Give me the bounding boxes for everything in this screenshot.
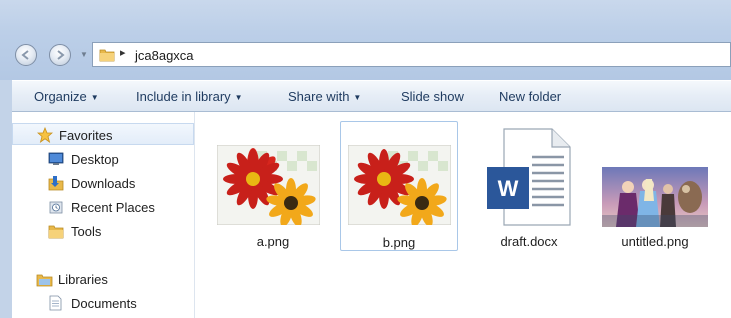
recent-places-icon bbox=[49, 201, 63, 214]
window-title-area: ▼ ▸ jca8agxca bbox=[0, 0, 731, 80]
dropdown-caret-icon: ▼ bbox=[90, 93, 99, 102]
nav-item-label: Tools bbox=[71, 224, 102, 239]
new-folder-button[interactable]: New folder bbox=[499, 89, 561, 104]
desktop-icon bbox=[48, 152, 64, 165]
file-list: a.png b.png W draft.docx untitled.png bbox=[195, 112, 731, 318]
file-item-untitled-png[interactable]: untitled.png bbox=[596, 121, 714, 251]
organize-label: Organize bbox=[34, 89, 87, 104]
nav-favorites[interactable]: Favorites bbox=[12, 123, 194, 145]
nav-item-label: Recent Places bbox=[71, 200, 155, 215]
file-name: a.png bbox=[256, 234, 290, 249]
navigation-pane: Favorites Desktop Downloads Recent Place… bbox=[12, 112, 195, 318]
nav-libraries-label: Libraries bbox=[58, 272, 108, 287]
star-icon bbox=[37, 127, 53, 143]
nav-item-label: Desktop bbox=[71, 152, 119, 167]
nav-item-desktop[interactable]: Desktop bbox=[12, 148, 194, 170]
nav-item-label: Documents bbox=[71, 296, 137, 311]
nav-libraries[interactable]: Libraries bbox=[12, 268, 194, 290]
back-button[interactable] bbox=[15, 44, 37, 66]
forward-button[interactable] bbox=[49, 44, 71, 66]
breadcrumb-current-folder[interactable]: jca8agxca bbox=[135, 48, 194, 63]
back-arrow-icon bbox=[21, 50, 29, 60]
documents-icon bbox=[49, 295, 62, 311]
include-in-library-label: Include in library bbox=[136, 89, 231, 104]
share-with-label: Share with bbox=[288, 89, 350, 104]
nav-item-label: Downloads bbox=[71, 176, 136, 191]
libraries-icon bbox=[36, 274, 53, 287]
flower-thumbnail bbox=[217, 145, 320, 225]
file-name: b.png bbox=[382, 235, 416, 250]
include-in-library-menu[interactable]: Include in library ▼ bbox=[136, 89, 243, 104]
nav-favorites-label: Favorites bbox=[59, 128, 113, 143]
organize-menu[interactable]: Organize ▼ bbox=[34, 89, 99, 104]
recent-pages-dropdown[interactable]: ▼ bbox=[80, 50, 88, 59]
file-item-b-png[interactable]: b.png bbox=[340, 121, 458, 251]
folder-icon bbox=[48, 225, 64, 239]
dropdown-caret-icon: ▼ bbox=[353, 93, 362, 102]
command-bar: Organize ▼ Include in library ▼ Share with… bbox=[12, 80, 731, 112]
nav-item-recent-places[interactable]: Recent Places bbox=[12, 196, 194, 218]
downloads-folder-icon bbox=[48, 176, 64, 191]
nav-item-documents[interactable]: Documents bbox=[12, 292, 194, 314]
flower-thumbnail bbox=[348, 145, 451, 225]
nav-item-tools[interactable]: Tools bbox=[12, 220, 194, 242]
dropdown-caret-icon: ▼ bbox=[234, 93, 243, 102]
word-document-icon: W bbox=[487, 128, 571, 226]
svg-text:W: W bbox=[498, 176, 519, 201]
address-bar[interactable]: ▸ jca8agxca bbox=[92, 42, 731, 67]
slide-show-button[interactable]: Slide show bbox=[401, 89, 464, 104]
share-with-menu[interactable]: Share with ▼ bbox=[288, 89, 361, 104]
file-name: untitled.png bbox=[621, 234, 689, 249]
file-name: draft.docx bbox=[500, 234, 558, 249]
folder-icon bbox=[99, 49, 115, 62]
file-item-a-png[interactable]: a.png bbox=[214, 121, 332, 251]
window-frame-edge bbox=[0, 80, 12, 318]
forward-arrow-icon bbox=[57, 50, 65, 60]
nav-item-downloads[interactable]: Downloads bbox=[12, 172, 194, 194]
file-item-draft-docx[interactable]: W draft.docx bbox=[470, 121, 588, 251]
breadcrumb-separator[interactable]: ▸ bbox=[120, 46, 126, 59]
movie-poster-thumbnail bbox=[602, 167, 708, 227]
